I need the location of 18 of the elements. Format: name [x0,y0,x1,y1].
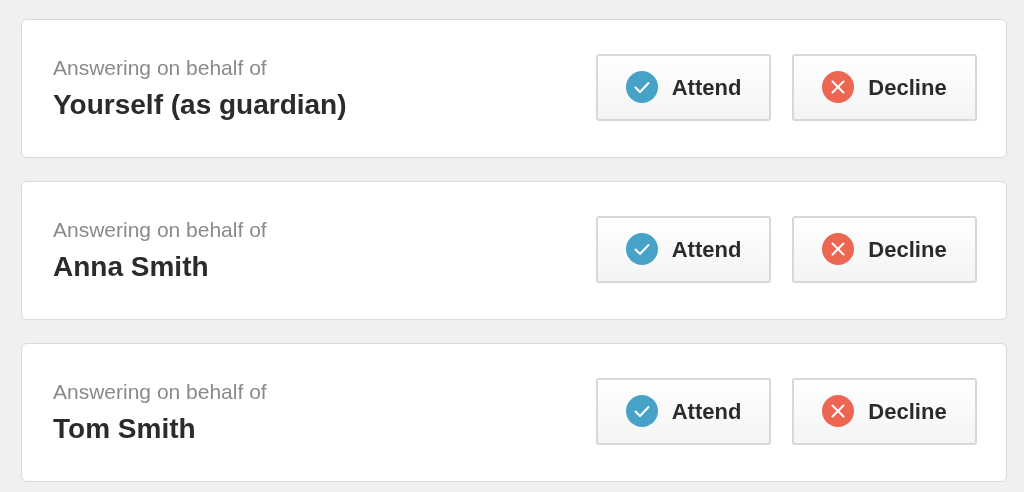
close-icon [822,395,855,427]
check-icon [625,395,658,427]
attend-button[interactable]: Attend [596,377,771,445]
decline-button[interactable]: Decline [792,377,977,445]
close-icon [822,71,855,103]
attend-button[interactable]: Attend [596,53,771,121]
check-icon [625,71,658,103]
check-icon [625,233,658,265]
decline-button[interactable]: Decline [792,215,977,283]
person-name: Anna Smith [53,250,210,285]
caption: Answering on behalf of [53,216,267,243]
caption: Answering on behalf of [53,54,268,81]
person-name: Tom Smith [53,412,197,447]
person-name: Yourself (as guardian) [53,88,347,123]
close-icon [822,233,855,265]
caption: Answering on behalf of [53,378,267,405]
attend-button[interactable]: Attend [596,215,771,283]
decline-button[interactable]: Decline [792,53,977,121]
